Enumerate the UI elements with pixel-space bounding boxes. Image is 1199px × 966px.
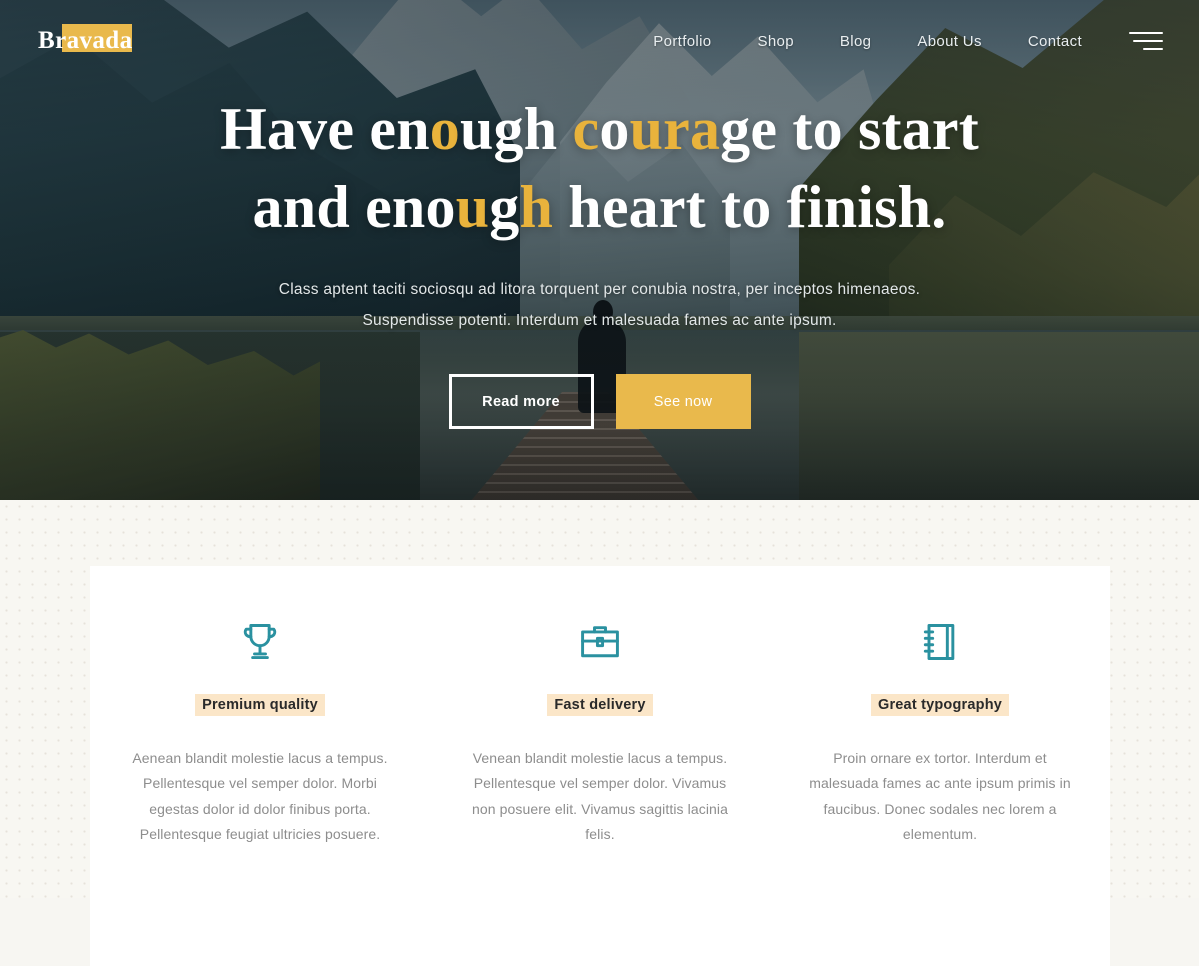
feature-title-great-typography: Great typography (870, 694, 1010, 716)
feature-great-typography: Great typography Proin ornare ex tortor.… (770, 618, 1110, 966)
site-header: Bravada Portfolio Shop Blog About Us Con… (0, 0, 1199, 82)
feature-text-premium-quality: Aenean blandit molestie lacus a tempus. … (132, 750, 388, 843)
notebook-icon (918, 618, 962, 666)
nav-item-about-us[interactable]: About Us (894, 25, 1005, 58)
main-navigation: Portfolio Shop Blog About Us Contact (630, 25, 1171, 58)
hero-button-group: Read more See now (448, 374, 751, 429)
feature-premium-quality: Premium quality Aenean blandit molestie … (90, 618, 430, 966)
hero-section: Bravada Portfolio Shop Blog About Us Con… (0, 0, 1199, 500)
brand-logo[interactable]: Bravada (38, 24, 134, 57)
feature-title-fast-delivery: Fast delivery (547, 694, 653, 716)
hero-headline: Have enough courage to start and enough … (220, 90, 979, 246)
features-section: Premium quality Aenean blandit molestie … (0, 500, 1199, 966)
hamburger-line-1 (1129, 32, 1163, 34)
trophy-icon (238, 618, 282, 666)
headline-line-1: Have enough courage to start (220, 96, 979, 162)
see-now-button[interactable]: See now (615, 374, 751, 429)
features-card: Premium quality Aenean blandit molestie … (90, 566, 1110, 966)
hamburger-line-2 (1133, 40, 1163, 42)
hamburger-line-3 (1143, 48, 1163, 50)
brand-logo-text: Bravada (38, 27, 133, 54)
nav-item-portfolio[interactable]: Portfolio (630, 25, 734, 58)
read-more-button[interactable]: Read more (448, 374, 594, 429)
briefcase-icon (578, 618, 622, 666)
feature-text-great-typography: Proin ornare ex tortor. Interdum et male… (809, 750, 1071, 843)
hero-subtitle: Class aptent taciti sociosqu ad litora t… (278, 281, 921, 329)
headline-line-2: and enough heart to finish. (252, 174, 947, 240)
nav-item-contact[interactable]: Contact (1005, 25, 1105, 58)
nav-item-blog[interactable]: Blog (817, 25, 894, 58)
nav-item-shop[interactable]: Shop (734, 25, 816, 58)
feature-title-premium-quality: Premium quality (195, 694, 325, 716)
feature-text-fast-delivery: Venean blandit molestie lacus a tempus. … (471, 750, 729, 843)
hamburger-icon[interactable] (1127, 28, 1163, 54)
feature-fast-delivery: Fast delivery Venean blandit molestie la… (430, 618, 770, 966)
